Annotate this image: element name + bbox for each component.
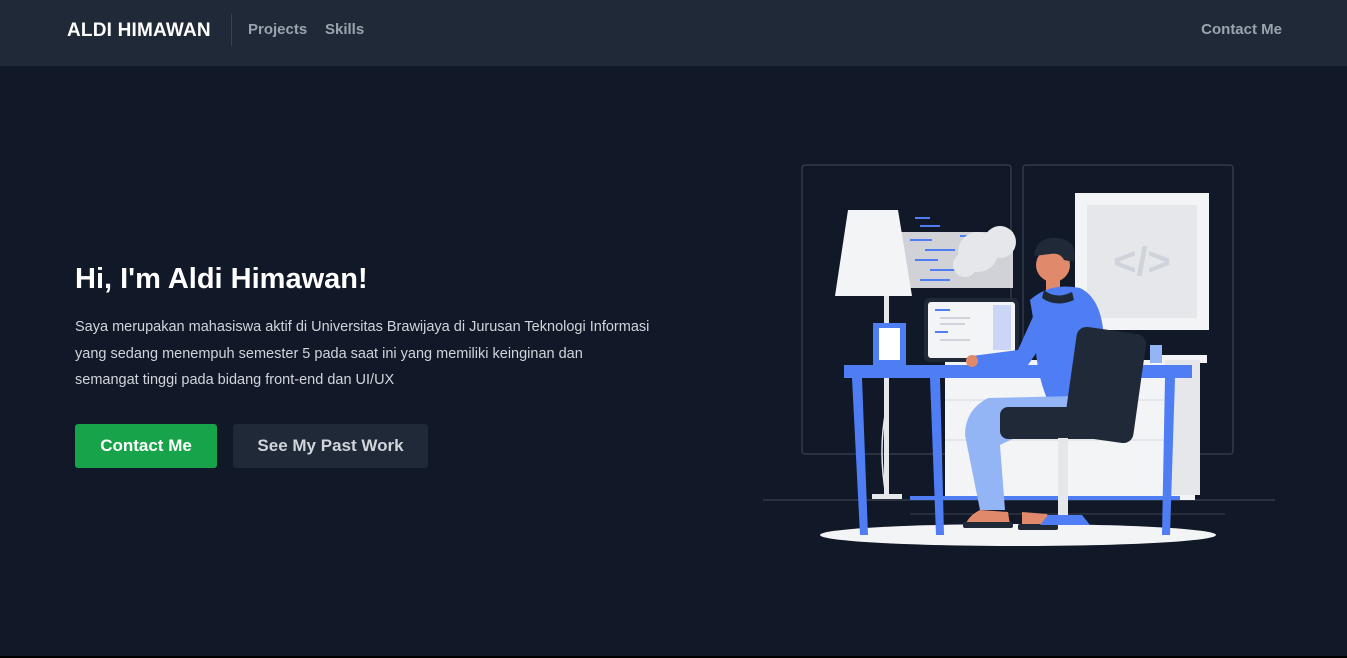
nav-divider xyxy=(231,14,232,46)
navbar: ALDI HIMAWAN Projects Skills Contact Me xyxy=(0,0,1347,66)
hero-description: Saya merupakan mahasiswa aktif di Univer… xyxy=(75,319,650,388)
nav-link-skills[interactable]: Skills xyxy=(325,21,364,38)
see-past-work-button[interactable]: See My Past Work xyxy=(233,424,428,468)
hero-title: Hi, I'm Aldi Himawan! xyxy=(75,263,368,295)
brand-logo[interactable]: ALDI HIMAWAN xyxy=(67,20,211,42)
nav-link-contact[interactable]: Contact Me xyxy=(1201,21,1282,38)
nav-link-projects[interactable]: Projects xyxy=(248,21,307,38)
svg-text:</>: </> xyxy=(1113,240,1171,284)
contact-me-button[interactable]: Contact Me xyxy=(75,424,217,468)
developer-at-desk-illustration: </> xyxy=(763,164,1275,546)
